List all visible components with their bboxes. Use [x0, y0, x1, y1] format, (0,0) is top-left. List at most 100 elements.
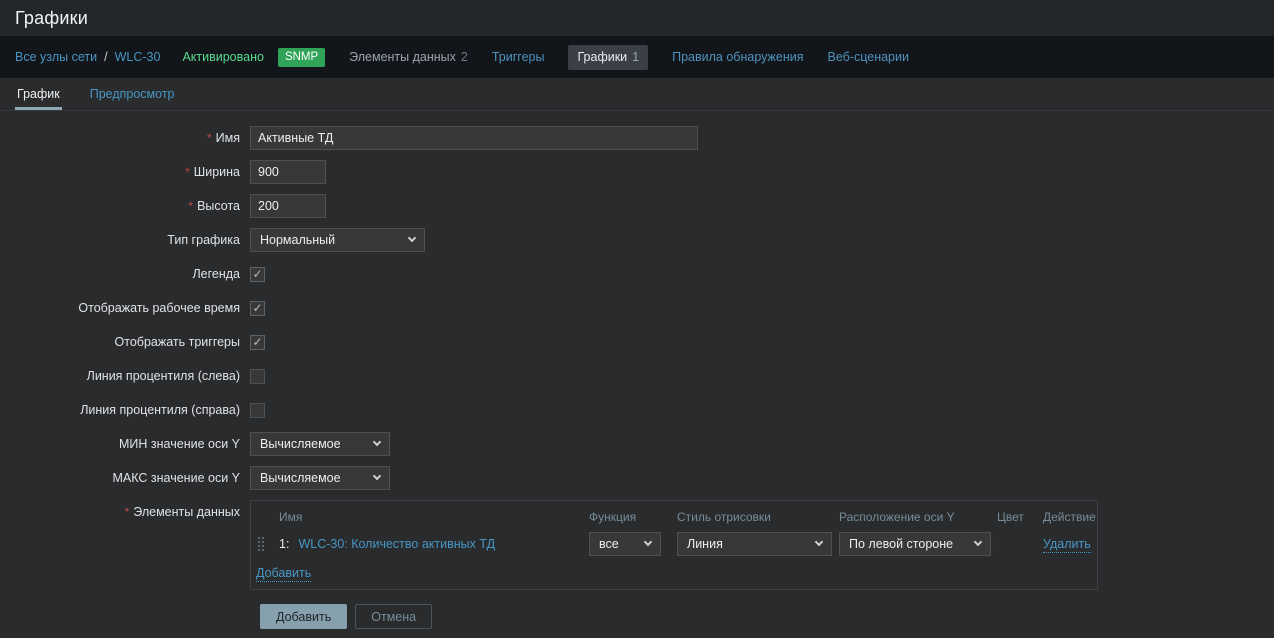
- form-row-width: *Ширина: [0, 160, 1274, 184]
- column-header-name: Имя: [279, 510, 589, 524]
- form-row-name: *Имя: [0, 126, 1274, 150]
- percentile-right-checkbox[interactable]: [250, 403, 265, 418]
- cancel-button[interactable]: Отмена: [355, 604, 432, 629]
- chevron-down-icon: [373, 472, 381, 480]
- item-color-picker[interactable]: [997, 536, 999, 552]
- graph-type-label: Тип графика: [0, 233, 250, 247]
- show-triggers-checkbox[interactable]: [250, 335, 265, 350]
- form-row-y-max: МАКС значение оси Y Вычисляемое: [0, 466, 1274, 490]
- data-items-table-header: Имя Функция Стиль отрисовки Расположение…: [255, 506, 1097, 528]
- item-y-axis-side-value: По левой стороне: [849, 537, 953, 551]
- table-row: 1: WLC-30: Количество активных ТД все Лин…: [255, 532, 1097, 556]
- form-row-show-triggers: Отображать триггеры: [0, 330, 1274, 354]
- item-draw-style-select[interactable]: Линия: [677, 532, 832, 556]
- item-function-cell: все: [589, 532, 677, 556]
- nav-item-graphs-count: 1: [632, 50, 639, 64]
- height-label: *Высота: [0, 199, 250, 213]
- form-row-working-time: Отображать рабочее время: [0, 296, 1274, 320]
- title-bar: Графики: [0, 0, 1274, 36]
- form-row-percentile-right: Линия процентиля (справа): [0, 398, 1274, 422]
- show-triggers-label: Отображать триггеры: [0, 335, 250, 349]
- name-label: *Имя: [0, 131, 250, 145]
- column-header-function: Функция: [589, 510, 677, 524]
- tab-preview[interactable]: Предпросмотр: [88, 78, 177, 110]
- form-row-y-min: МИН значение оси Y Вычисляемое: [0, 432, 1274, 456]
- working-time-label: Отображать рабочее время: [0, 301, 250, 315]
- nav-item-data-items-count: 2: [461, 50, 468, 64]
- column-header-y-axis-side: Расположение оси Y: [839, 510, 997, 524]
- column-header-action: Действие: [1043, 510, 1097, 524]
- height-input[interactable]: [250, 194, 326, 218]
- form-footer: Добавить Отмена: [260, 604, 1274, 629]
- legend-checkbox[interactable]: [250, 267, 265, 282]
- column-header-color: Цвет: [997, 510, 1043, 524]
- chevron-down-icon: [974, 538, 982, 546]
- y-min-select[interactable]: Вычисляемое: [250, 432, 390, 456]
- item-function-select[interactable]: все: [589, 532, 661, 556]
- breadcrumb-host-link[interactable]: WLC-30: [115, 50, 161, 64]
- item-y-axis-side-cell: По левой стороне: [839, 532, 997, 556]
- nav-item-graphs-label: Графики: [577, 50, 627, 64]
- name-input[interactable]: [250, 126, 698, 150]
- item-row-number: 1:: [279, 537, 289, 551]
- host-status-enabled: Активировано: [182, 50, 264, 64]
- item-draw-style-cell: Линия: [677, 532, 839, 556]
- tab-graph[interactable]: График: [15, 78, 62, 110]
- percentile-left-label: Линия процентиля (слева): [0, 369, 250, 383]
- form-row-legend: Легенда: [0, 262, 1274, 286]
- data-items-table: Имя Функция Стиль отрисовки Расположение…: [250, 500, 1098, 590]
- table-add-row: Добавить: [255, 566, 1097, 580]
- snmp-availability-badge: SNMP: [278, 48, 325, 67]
- chevron-down-icon: [408, 234, 416, 242]
- item-y-axis-side-select[interactable]: По левой стороне: [839, 532, 991, 556]
- graph-form: *Имя *Ширина *Высота Тип графика Нормаль…: [0, 111, 1274, 638]
- y-min-label: МИН значение оси Y: [0, 437, 250, 451]
- data-items-label: *Элементы данных: [0, 500, 250, 519]
- nav-item-discovery-rules[interactable]: Правила обнаружения: [672, 50, 803, 64]
- item-name-link[interactable]: WLC-30: Количество активных ТД: [298, 537, 495, 551]
- working-time-checkbox[interactable]: [250, 301, 265, 316]
- add-graph-button[interactable]: Добавить: [260, 604, 347, 629]
- graph-type-value: Нормальный: [260, 233, 335, 247]
- nav-item-data-items[interactable]: Элементы данных 2: [349, 50, 468, 64]
- breadcrumb-separator: /: [104, 50, 107, 64]
- required-marker: *: [207, 131, 212, 145]
- form-row-data-items: *Элементы данных Имя Функция Стиль отрис…: [0, 500, 1274, 590]
- required-marker: *: [185, 165, 190, 179]
- nav-item-web-scenarios[interactable]: Веб-сценарии: [828, 50, 909, 64]
- y-max-label: МАКС значение оси Y: [0, 471, 250, 485]
- width-input[interactable]: [250, 160, 326, 184]
- chevron-down-icon: [815, 538, 823, 546]
- percentile-right-label: Линия процентиля (справа): [0, 403, 250, 417]
- breadcrumb-all-hosts-link[interactable]: Все узлы сети: [15, 50, 97, 64]
- percentile-left-checkbox[interactable]: [250, 369, 265, 384]
- chevron-down-icon: [644, 538, 652, 546]
- add-item-link[interactable]: Добавить: [256, 566, 311, 582]
- host-navigation-bar: Все узлы сети / WLC-30 Активировано SNMP…: [0, 36, 1274, 78]
- nav-item-graphs-active[interactable]: Графики 1: [568, 45, 648, 70]
- drag-handle-icon[interactable]: [258, 536, 266, 552]
- width-label: *Ширина: [0, 165, 250, 179]
- chevron-down-icon: [373, 438, 381, 446]
- required-marker: *: [125, 505, 130, 519]
- y-min-value: Вычисляемое: [260, 437, 341, 451]
- item-remove-link[interactable]: Удалить: [1043, 537, 1091, 553]
- form-row-height: *Высота: [0, 194, 1274, 218]
- item-draw-style-value: Линия: [687, 537, 723, 551]
- column-header-draw-style: Стиль отрисовки: [677, 510, 839, 524]
- item-action-cell: Удалить: [1043, 537, 1097, 551]
- graph-type-select[interactable]: Нормальный: [250, 228, 425, 252]
- required-marker: *: [188, 199, 193, 213]
- y-max-value: Вычисляемое: [260, 471, 341, 485]
- form-row-percentile-left: Линия процентиля (слева): [0, 364, 1274, 388]
- item-color-cell: [997, 537, 1043, 551]
- nav-item-data-items-label: Элементы данных: [349, 50, 456, 64]
- form-row-graph-type: Тип графика Нормальный: [0, 228, 1274, 252]
- tab-bar: График Предпросмотр: [0, 78, 1274, 111]
- page-title: Графики: [15, 8, 88, 29]
- item-function-value: все: [599, 537, 619, 551]
- y-max-select[interactable]: Вычисляемое: [250, 466, 390, 490]
- nav-item-triggers[interactable]: Триггеры: [492, 50, 545, 64]
- legend-label: Легенда: [0, 267, 250, 281]
- item-name-cell: 1: WLC-30: Количество активных ТД: [279, 537, 589, 551]
